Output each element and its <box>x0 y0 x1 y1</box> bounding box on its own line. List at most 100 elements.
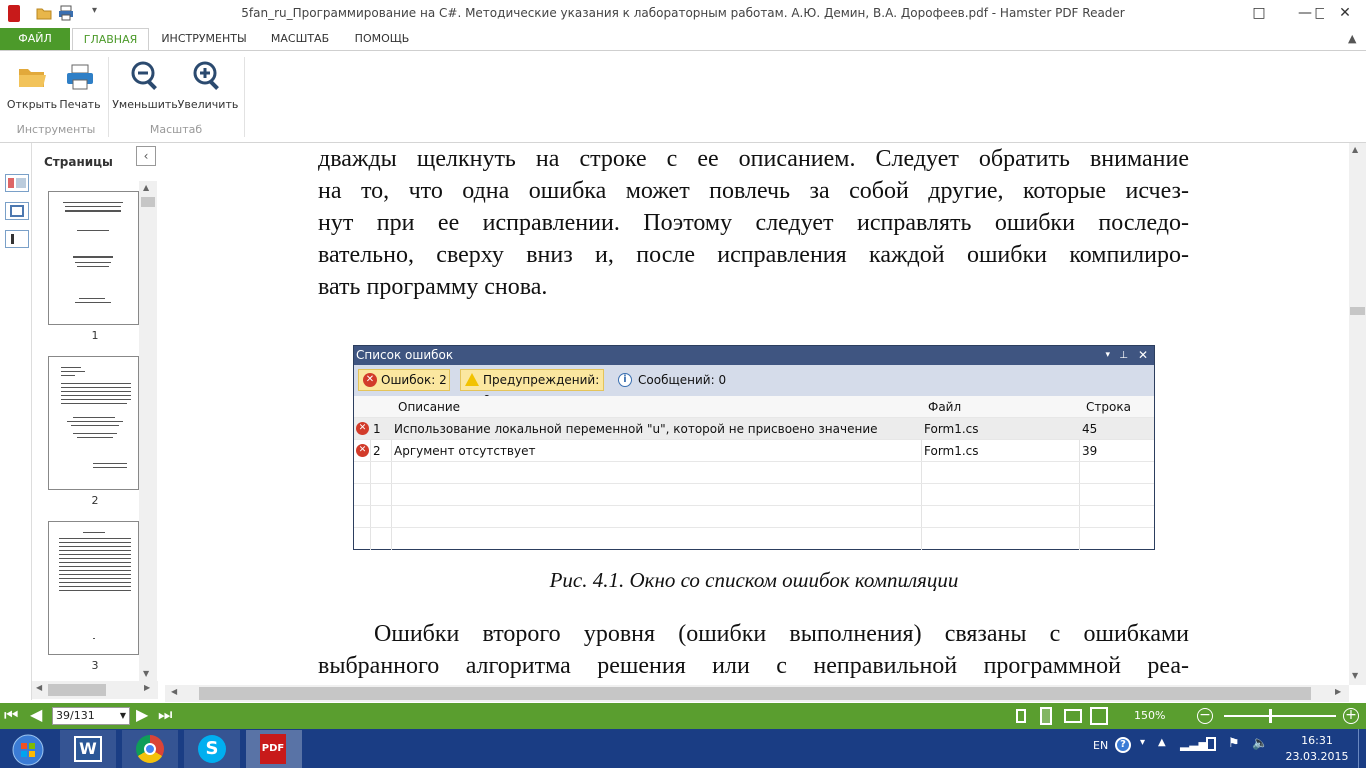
tab-home[interactable]: ГЛАВНАЯ <box>72 28 149 51</box>
zoom-in-button[interactable]: Увеличить <box>176 55 240 115</box>
signal-icon[interactable]: ▂▃▅ <box>1180 737 1208 751</box>
text-line: выбранного алгоритма решения или с непра… <box>318 653 1189 679</box>
zoom-out-label: Уменьшить <box>112 98 178 111</box>
error-list-header: Список ошибок ▾ ⊥ ✕ <box>354 346 1154 365</box>
word-icon[interactable]: W <box>60 730 116 768</box>
zoom-value: 150% <box>1134 709 1166 722</box>
next-page-icon[interactable]: ▶ <box>136 706 148 724</box>
prev-page-icon[interactable]: ◀ <box>30 706 42 724</box>
layers-icon[interactable] <box>5 202 29 220</box>
pdf-icon-label: PDF <box>260 734 286 764</box>
show-desktop-button[interactable] <box>1358 729 1366 768</box>
volume-icon[interactable]: 🔈 <box>1252 736 1268 751</box>
empty-row <box>354 484 1154 506</box>
pdf-icon[interactable]: PDF <box>246 730 302 768</box>
document-h-scrollbar[interactable]: ◀ ▶ <box>165 685 1349 702</box>
help-icon[interactable]: ? <box>1115 737 1131 753</box>
action-center-flag-icon[interactable]: ⚑ <box>1228 736 1240 751</box>
table-row: ✕ 1 Использование локальной переменной "… <box>354 418 1154 440</box>
zoom-in-label: Увеличить <box>177 98 239 111</box>
dropdown-icon: ▾ <box>1105 350 1110 360</box>
zoom-in-icon <box>193 61 219 90</box>
collapse-panel-button[interactable]: ‹ <box>136 146 156 166</box>
battery-icon[interactable] <box>1206 737 1216 751</box>
pages-view-icon[interactable] <box>5 174 29 192</box>
start-button[interactable] <box>2 730 54 768</box>
error-list-title: Список ошибок <box>356 348 454 362</box>
open-label: Открыть <box>6 98 58 111</box>
two-page-continuous-icon[interactable] <box>1090 707 1108 725</box>
text-line: вательно, сверху вниз и, после исправлен… <box>318 242 1189 268</box>
errors-count: Ошибок: 2 <box>381 373 447 387</box>
ribbon-collapse-icon[interactable]: ▲ <box>1348 32 1356 45</box>
error-icon: ✕ <box>356 444 369 457</box>
first-page-icon[interactable]: ⏮ <box>4 706 18 724</box>
error-list-toolbar: ✕ Ошибок: 2 Предупреждений: 0 i Сообщени… <box>354 365 1154 407</box>
scroll-thumb[interactable] <box>199 687 1311 700</box>
tab-tools[interactable]: ИНСТРУМЕНТЫ <box>154 28 254 50</box>
page-thumbnail[interactable] <box>48 191 139 325</box>
group-tools-label: Инструменты <box>16 123 96 136</box>
row-file: Form1.cs <box>924 444 979 458</box>
row-description: Аргумент отсутствует <box>394 444 536 458</box>
row-number: 1 <box>373 422 381 436</box>
chevron-down-icon[interactable]: ▼ <box>120 708 126 724</box>
text-line: дважды щелкнуть на строке с ее описанием… <box>318 146 1189 172</box>
language-indicator[interactable]: EN <box>1093 739 1108 752</box>
folder-icon <box>19 69 46 87</box>
column-description: Описание <box>398 400 461 414</box>
empty-row <box>354 462 1154 484</box>
two-page-icon[interactable] <box>1064 709 1082 723</box>
page-number-field[interactable]: 39/131 ▼ <box>52 707 130 725</box>
continuous-page-icon[interactable] <box>1040 707 1052 725</box>
taskbar: W S PDF EN ? ▾ ▲ ▂▃▅ ⚑ 🔈 16:31 23.03.201… <box>0 729 1366 768</box>
close-button[interactable]: ✕ <box>1324 0 1366 26</box>
paragraph: Ошибки второго уровня (ошибки выполнения… <box>318 618 1189 682</box>
window-title: 5fan_ru_Программирование на C#. Методиче… <box>241 6 1125 20</box>
document-v-scrollbar[interactable]: ▲ ▼ <box>1349 143 1366 685</box>
page-thumbnail[interactable] <box>48 356 139 490</box>
page-thumbnail[interactable] <box>48 521 139 655</box>
clock-date[interactable]: 23.03.2015 <box>1280 750 1354 763</box>
pages-h-scrollbar[interactable]: ◀ ▶ <box>32 681 158 699</box>
error-list-figure: Список ошибок ▾ ⊥ ✕ ✕ Ошибок: 2 Предупре… <box>353 345 1155 550</box>
zoom-in-small-icon[interactable]: + <box>1343 708 1359 724</box>
error-table: Описание Файл Строка ✕ 1 Использование л… <box>354 396 1154 550</box>
bookmarks-icon[interactable] <box>5 230 29 248</box>
last-page-icon[interactable]: ⏭ <box>158 706 172 724</box>
tab-help[interactable]: ПОМОЩЬ <box>346 28 418 50</box>
page-field-value: 39/131 <box>56 709 95 722</box>
show-hidden-icons[interactable]: ▲ <box>1158 737 1166 748</box>
single-page-icon[interactable] <box>1016 709 1026 723</box>
open-button[interactable]: Открыть <box>6 55 58 115</box>
ribbon-separator <box>244 57 245 137</box>
zoom-slider[interactable] <box>1224 709 1336 723</box>
pages-panel-title: Страницы <box>44 155 113 169</box>
pages-scrollbar[interactable]: ▲ ▼ <box>139 181 157 681</box>
zoom-out-small-icon[interactable]: − <box>1197 708 1213 724</box>
messages-filter-button: i Сообщений: 0 <box>616 369 726 391</box>
print-label: Печать <box>59 98 101 111</box>
zoom-slider-thumb[interactable] <box>1268 709 1272 723</box>
printer-icon <box>67 64 93 90</box>
warnings-filter-button: Предупреждений: 0 <box>460 369 604 407</box>
paragraph: дважды щелкнуть на строке с ее описанием… <box>318 143 1189 303</box>
column-line: Строка <box>1086 400 1131 414</box>
fullscreen-button[interactable]: □ <box>1236 0 1282 26</box>
table-row: ✕ 2 Аргумент отсутствует Form1.cs 39 <box>354 440 1154 462</box>
error-icon: ✕ <box>363 373 377 387</box>
row-file: Form1.cs <box>924 422 979 436</box>
chrome-icon[interactable] <box>122 730 178 768</box>
row-description: Использование локальной переменной "u", … <box>394 422 878 436</box>
text-line: вать программу снова. <box>318 274 548 300</box>
tab-scale[interactable]: МАСШТАБ <box>262 28 338 50</box>
skype-icon[interactable]: S <box>184 730 240 768</box>
messages-count: Сообщений: 0 <box>638 373 727 387</box>
info-icon: i <box>618 373 632 387</box>
clock-time[interactable]: 16:31 <box>1286 734 1348 747</box>
print-button[interactable]: Печать <box>56 55 104 115</box>
tab-file[interactable]: ФАЙЛ <box>0 28 70 50</box>
zoom-out-button[interactable]: Уменьшить <box>112 55 178 115</box>
scroll-thumb[interactable] <box>1350 307 1365 315</box>
keyboard-dropdown-icon[interactable]: ▾ <box>1140 737 1145 748</box>
